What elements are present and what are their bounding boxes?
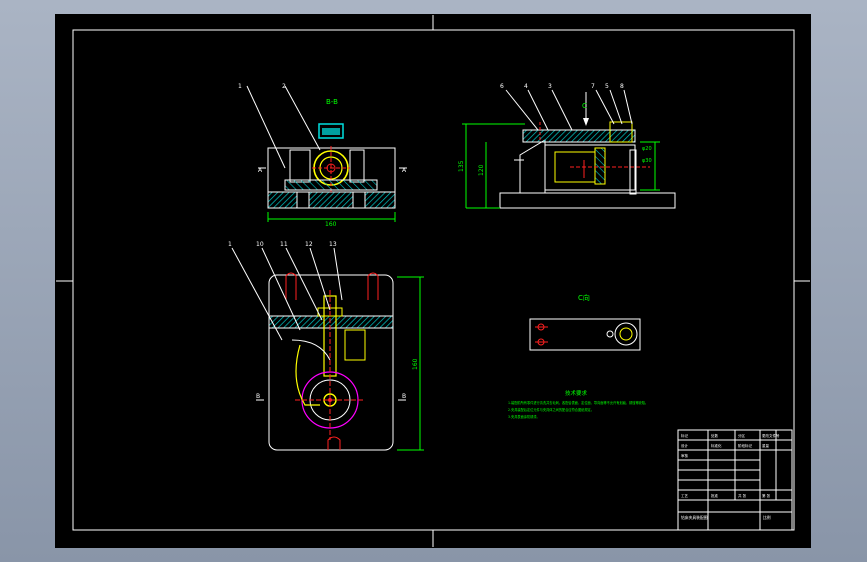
section-b-right: B <box>402 393 406 400</box>
tb-r3-c2: 共 张 <box>738 493 747 498</box>
dim-side-phi20: φ20 <box>642 146 652 152</box>
balloon-bottom-12: 12 <box>305 241 313 248</box>
tb-r0-c2: 分区 <box>738 433 746 438</box>
tb-drawing-name: 钻床夹具装配图 <box>681 515 708 520</box>
dim-side-120: 120 <box>478 164 485 176</box>
tb-r3-c1: 批准 <box>711 493 719 498</box>
view-c-plate <box>529 318 641 351</box>
balloon-side-5: 5 <box>605 83 609 90</box>
tb-r1-c0: 设计 <box>681 443 689 448</box>
dim-side-135: 135 <box>458 160 465 172</box>
balloon-bottom-10: 10 <box>256 241 264 248</box>
balloon-bottom-1: 1 <box>228 241 232 248</box>
balloon-bottom-11: 11 <box>280 241 288 248</box>
balloon-bottom-13: 13 <box>329 241 337 248</box>
section-b-left: B <box>256 393 260 400</box>
cad-drawing: B-B 1 2 160 A A C 6 4 3 7 5 8 135 120 φ2… <box>56 15 810 547</box>
tb-scale: 比例 <box>763 515 771 520</box>
dim-plan-160: 160 <box>412 358 419 370</box>
tb-r1-c2: 阶段标记 <box>738 443 752 448</box>
view-front-top <box>246 85 407 222</box>
balloon-side-8: 8 <box>620 83 624 90</box>
notes-line-1: 1.装配前所有零件进行清洗并去毛刺，各配合表面、定位面、导向面等不允许有划痕、锈… <box>508 400 648 405</box>
balloon-side-6: 6 <box>500 83 504 90</box>
view-plan <box>231 247 424 451</box>
tb-r0-c1: 处数 <box>711 433 719 438</box>
tb-r1-c3: 重量 <box>762 443 770 448</box>
notes-title: 技术要求 <box>565 389 588 397</box>
tb-r3-c3: 第 张 <box>762 493 771 498</box>
balloon-side-3: 3 <box>548 83 552 90</box>
notes-line-2: 2.夹具装配后定位元件与夹具体之间的配合应符合图纸规定。 <box>508 407 594 412</box>
view-c-label: C向 <box>578 293 590 302</box>
tb-r0-c3: 更改文件号 <box>762 433 780 438</box>
tb-r0-c0: 标记 <box>681 433 689 438</box>
notes-line-3: 3.夹具表面涂防锈漆。 <box>508 414 540 419</box>
view-c-arrow-label: C <box>582 102 587 110</box>
balloon-side-7: 7 <box>591 83 595 90</box>
balloon-side-4: 4 <box>524 83 528 90</box>
tb-r3-c0: 工艺 <box>681 493 689 498</box>
view-bb-label: B-B <box>326 98 338 106</box>
dim-width-top: 160 <box>325 221 337 228</box>
balloon-top-1: 1 <box>238 83 242 90</box>
tb-r2-c0: 审核 <box>681 453 689 458</box>
balloon-top-2: 2 <box>282 83 286 90</box>
dim-side-phi30: φ30 <box>642 158 652 164</box>
tb-r1-c1: 标准化 <box>711 443 722 448</box>
